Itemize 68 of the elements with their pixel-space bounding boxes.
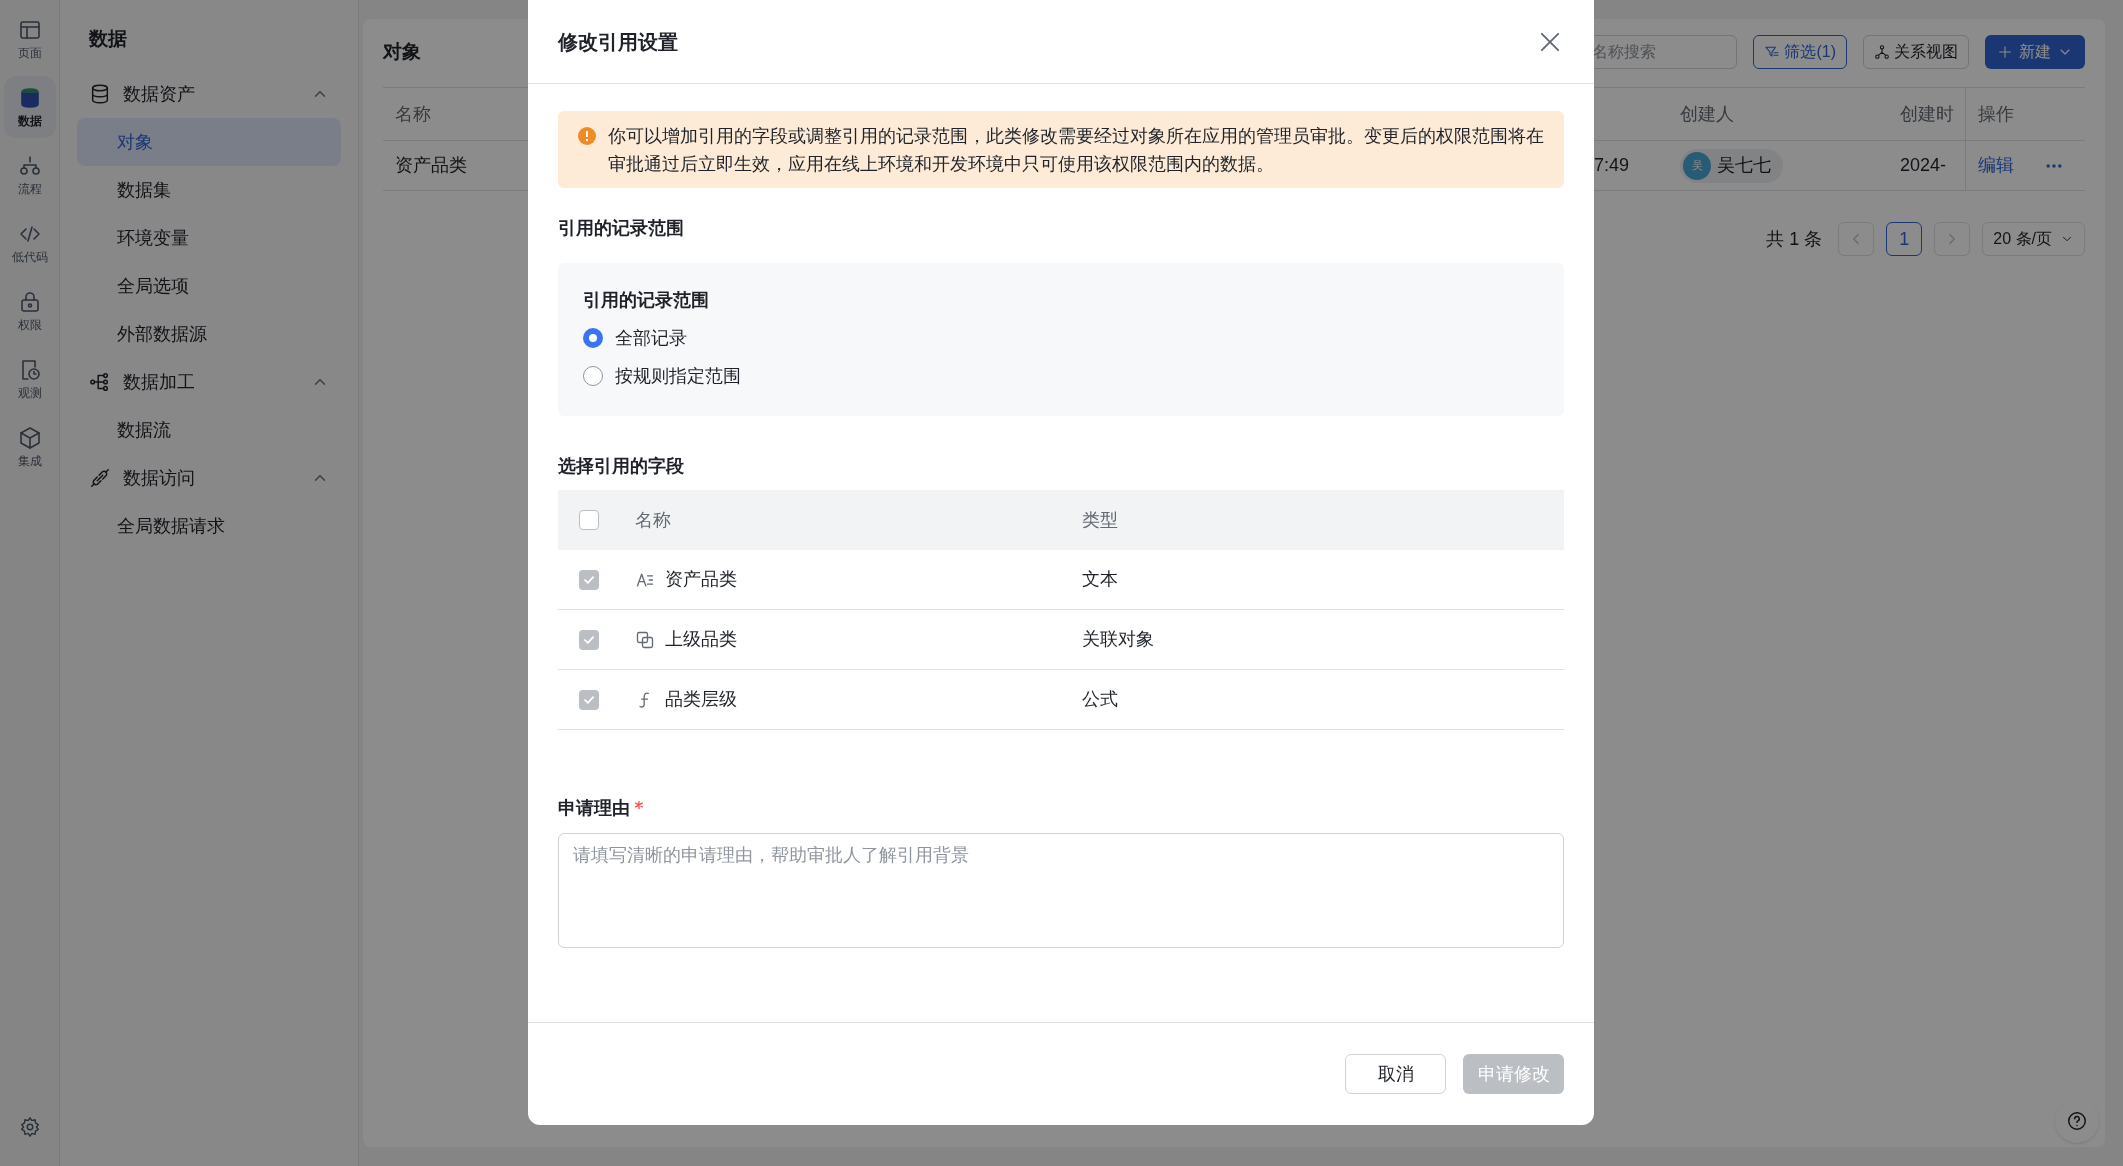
- table-cell-text: 品类层级: [665, 688, 737, 711]
- radio-option[interactable]: 全部记录: [583, 326, 687, 350]
- nav-item[interactable]: 外部数据源: [77, 310, 341, 358]
- table-cell-text: 文本: [1082, 568, 1118, 591]
- table-cell-text: 资产品类: [665, 568, 737, 591]
- nav-item[interactable]: 数据集: [77, 166, 341, 214]
- nav-item[interactable]: 对象: [77, 118, 341, 166]
- nav-item[interactable]: 集成: [3, 416, 56, 478]
- database-icon: [89, 83, 111, 105]
- table-cell-text: 7:49: [1594, 154, 1630, 177]
- nav-group[interactable]: 数据资产: [77, 70, 341, 118]
- checkbox[interactable]: [579, 510, 599, 530]
- cube-icon: [17, 425, 42, 450]
- nav-item[interactable]: 数据流: [77, 406, 341, 454]
- nav-item[interactable]: 流程: [3, 144, 56, 206]
- column-header: 创建人: [1680, 102, 1734, 126]
- radio-button[interactable]: [583, 328, 603, 348]
- nav-item[interactable]: 环境变量: [77, 214, 341, 262]
- column-header: 操作: [1978, 102, 2014, 126]
- radio-option[interactable]: 按规则指定范围: [583, 364, 741, 388]
- flow-icon: [17, 153, 42, 178]
- user-chip: 吴 吴七七: [1680, 148, 1783, 183]
- nav-item[interactable]: 页面: [3, 8, 56, 70]
- section-title: 选择引用的字段: [558, 455, 684, 478]
- page-size-select[interactable]: 20 条/页: [1982, 222, 2085, 256]
- nav-item[interactable]: 观测: [3, 348, 56, 410]
- sidebar-title: 数据: [88, 27, 128, 51]
- page-title: 对象: [383, 39, 421, 64]
- cancel-button[interactable]: 取消: [1345, 1054, 1446, 1094]
- column-header: 类型: [1082, 508, 1118, 532]
- branch-icon: [89, 371, 111, 393]
- column-header: 名称: [395, 102, 431, 126]
- reason-field[interactable]: 请填写清晰的申请理由，帮助审批人了解引用背景: [558, 833, 1564, 948]
- nav-item[interactable]: 全局选项: [77, 262, 341, 310]
- new-button[interactable]: 新建: [1985, 35, 2085, 69]
- table-cell-text: 上级品类: [665, 628, 737, 651]
- table-cell-text: 关联对象: [1082, 628, 1154, 651]
- edit-link[interactable]: 编辑: [1978, 152, 2014, 179]
- page-button[interactable]: 1: [1886, 222, 1923, 256]
- column-header: 创建时: [1900, 102, 1954, 126]
- section-title: 引用的记录范围: [558, 217, 684, 240]
- column-header: 名称: [635, 508, 671, 532]
- chevron-right-icon: [1934, 222, 1971, 256]
- plus-icon: [1997, 44, 2013, 60]
- avatar: 吴: [1683, 151, 1711, 180]
- table-cell-text: 2024-: [1900, 154, 1947, 177]
- table-cell-text: 公式: [1082, 688, 1118, 711]
- dialog-title: 修改引用设置: [558, 29, 678, 55]
- field-label: 申请理由: [558, 797, 630, 820]
- nav-group[interactable]: 数据访问: [77, 454, 341, 502]
- linked-squares-icon: [635, 629, 655, 650]
- relation-view-button[interactable]: 关系视图: [1863, 35, 1969, 69]
- nav-group[interactable]: 数据加工: [77, 358, 341, 406]
- notice-text: 你可以增加引用的字段或调整引用的记录范围，此类修改需要经过对象所在应用的管理员审批。变更后的权限范围将在审批通过后立即生效，应用在线上环境和开发环境中只可使用该权限范围内的数据。: [608, 125, 1544, 176]
- total-count: 共 1 条: [1766, 227, 1823, 251]
- radio-button[interactable]: [583, 366, 603, 386]
- nav-item[interactable]: 数据: [3, 76, 56, 138]
- table-cell-text: 资产品类: [395, 154, 467, 177]
- field-label: 引用的记录范围: [583, 289, 709, 312]
- link-icon: [89, 467, 111, 489]
- nav-item[interactable]: 低代码: [3, 212, 56, 274]
- chevron-left-icon: [1838, 222, 1875, 256]
- filter-button[interactable]: 筛选(1): [1753, 35, 1847, 69]
- graph-icon: [1874, 44, 1890, 60]
- nav-item[interactable]: 权限: [3, 280, 56, 342]
- nav-item[interactable]: 全局数据请求: [77, 502, 341, 550]
- settings-icon[interactable]: [18, 1116, 41, 1138]
- warning-icon: [578, 127, 596, 145]
